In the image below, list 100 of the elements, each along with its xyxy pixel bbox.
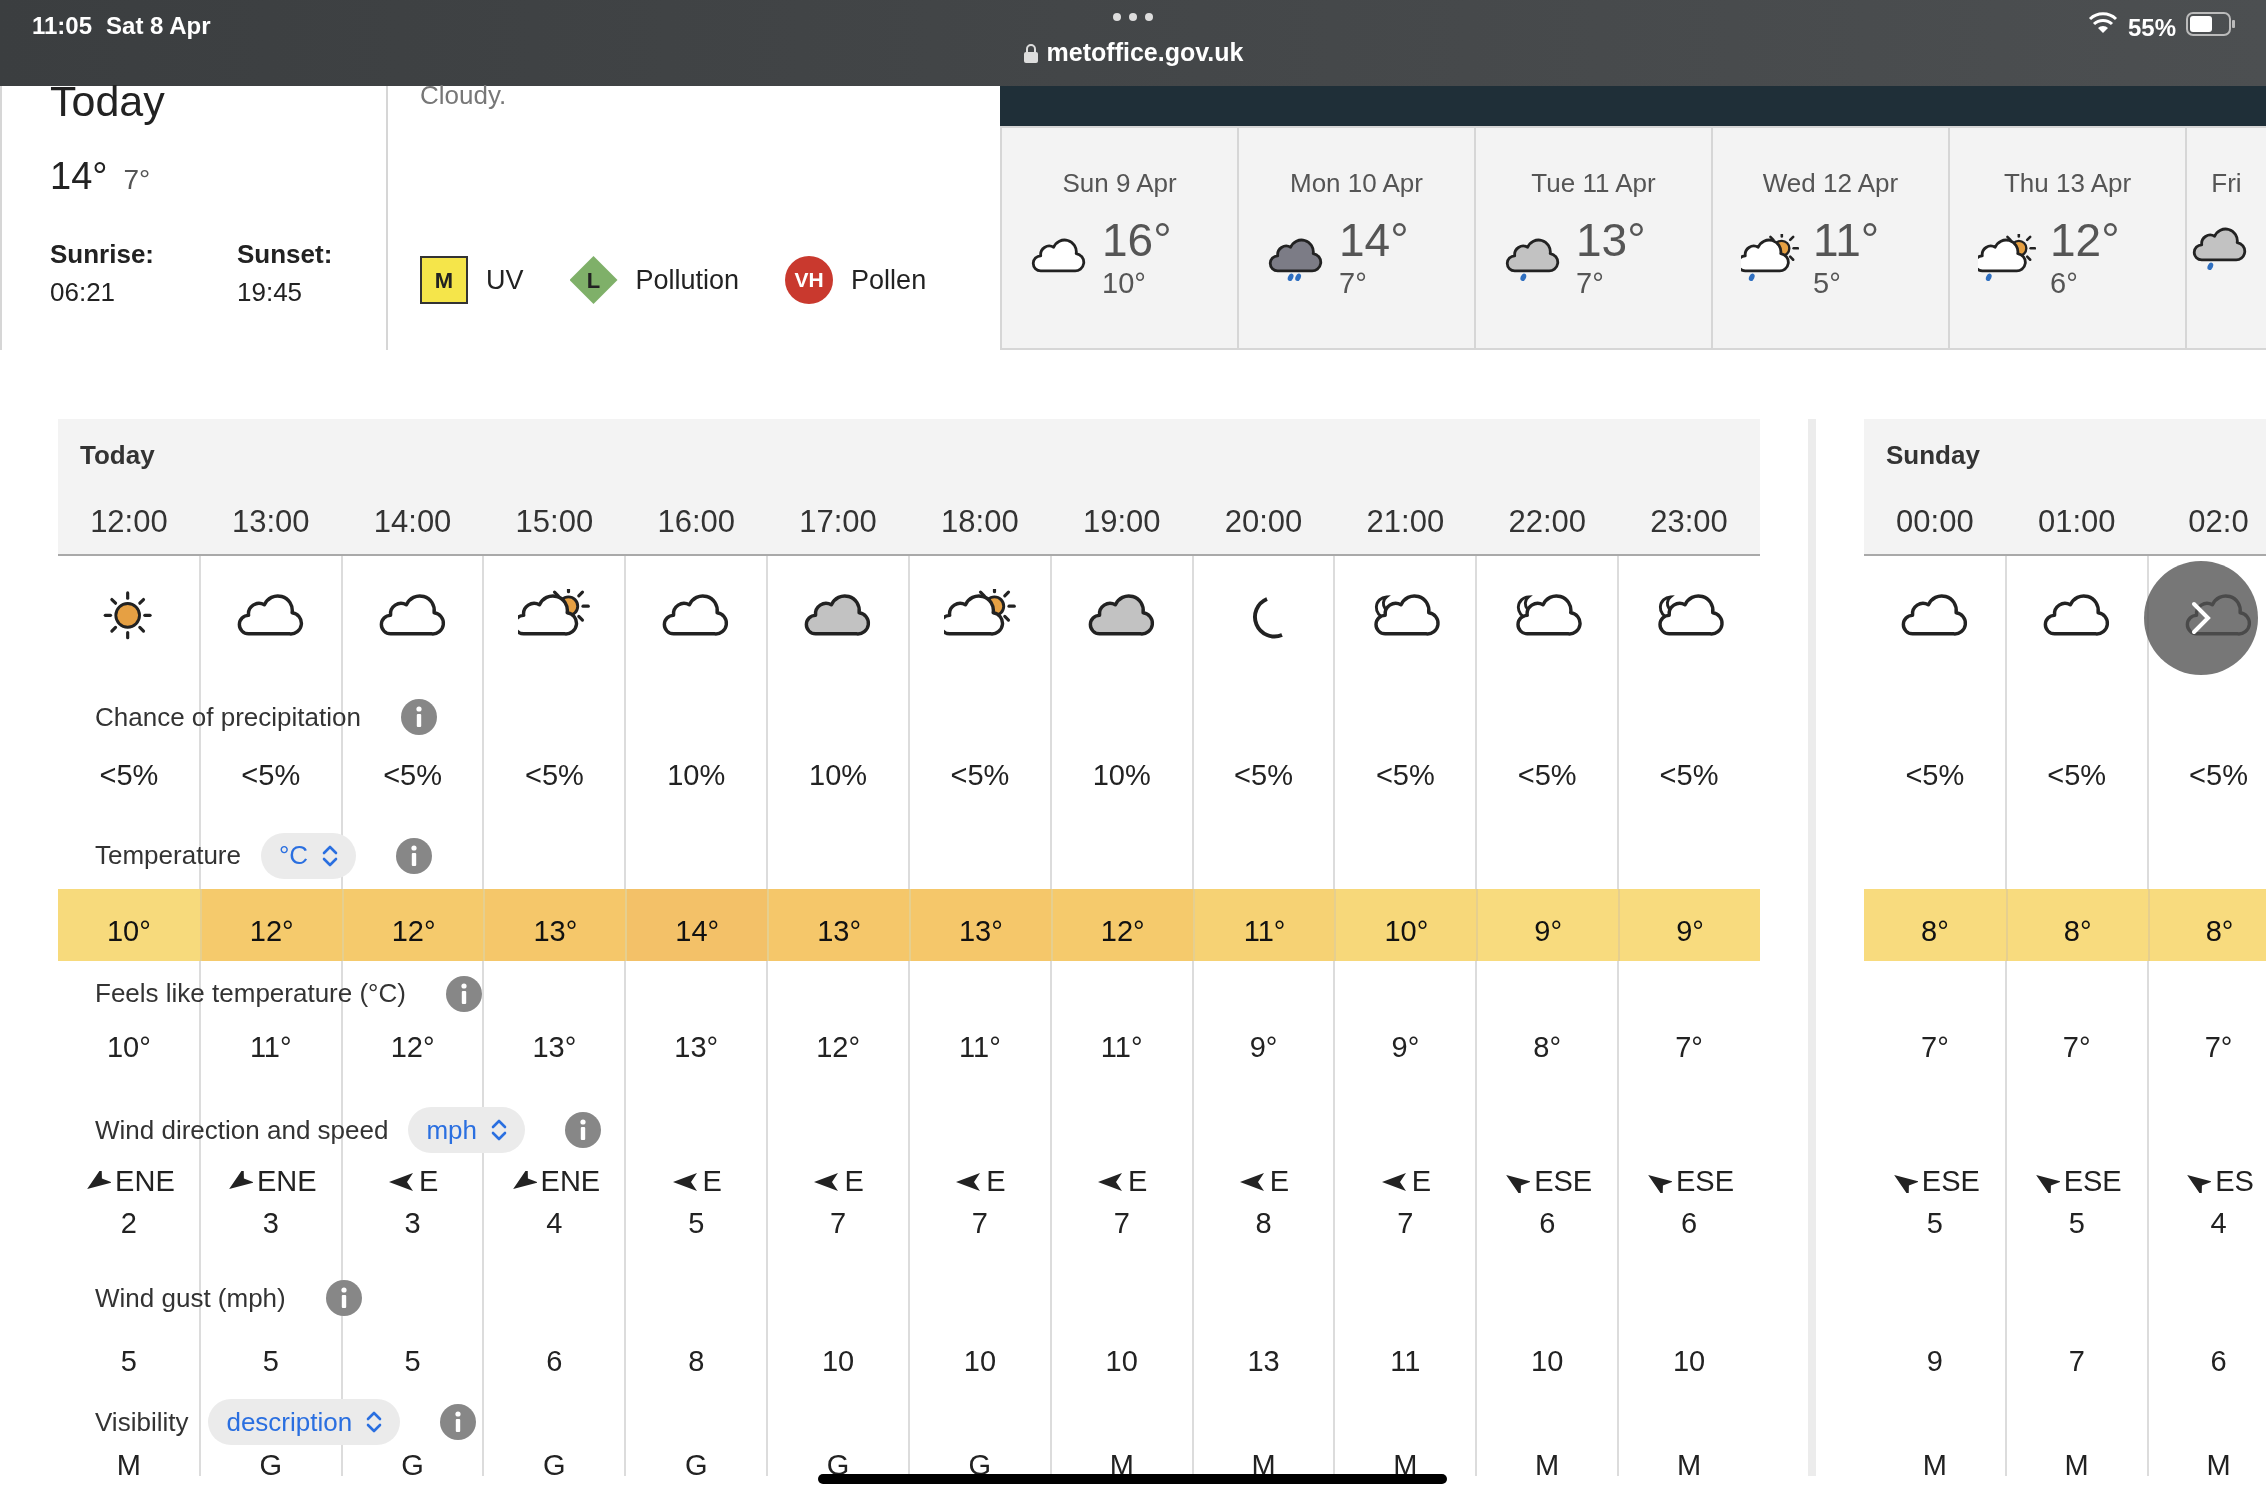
- info-icon[interactable]: [565, 1112, 601, 1148]
- dots-icon[interactable]: [1111, 12, 1155, 22]
- wind-gust: 10: [820, 1344, 856, 1379]
- temperature-cell: 8°: [2147, 889, 2266, 961]
- day-card[interactable]: Tue 11 Apr 13° 7°: [1476, 128, 1713, 348]
- wind-gust: 13: [1246, 1344, 1281, 1379]
- day-high-temperature: 11°: [1813, 217, 1880, 263]
- day-title: Today: [50, 78, 166, 124]
- hour-label: 15:00: [514, 503, 595, 542]
- sun-cloud-rain-icon: [1978, 233, 2036, 282]
- wind-speed: 5: [687, 1206, 706, 1242]
- temperature-cell: 8°: [2005, 889, 2148, 961]
- day-heading: Today: [80, 438, 155, 472]
- day-date: Mon 10 Apr: [1289, 167, 1424, 200]
- row-label: Wind direction and speed: [95, 1113, 389, 1147]
- feels-like-temperature: 7°: [1674, 1030, 1704, 1066]
- visibility-value: M: [1675, 1448, 1703, 1483]
- visibility-value: G: [683, 1448, 709, 1483]
- wind-gust: 5: [119, 1344, 138, 1379]
- index-label[interactable]: UV: [486, 259, 524, 301]
- precipitation-chance: <5%: [1658, 758, 1720, 793]
- day-low-temperature: 10°: [1102, 269, 1147, 298]
- day-card[interactable]: Thu 13 Apr 12° 6°: [1950, 128, 2187, 348]
- wind-arrow-icon: [954, 1170, 983, 1193]
- wind-speed: 6: [1538, 1206, 1557, 1242]
- visibility-value: G: [258, 1448, 283, 1483]
- hour-label: 01:00: [2036, 503, 2117, 542]
- date: Sat 8 Apr: [106, 11, 211, 41]
- row-label: Visibility: [95, 1405, 189, 1439]
- wind-speed: 3: [403, 1206, 422, 1242]
- info-icon[interactable]: [325, 1280, 362, 1316]
- temperature-cell: 11°: [1192, 889, 1335, 961]
- day-high-temperature: 13°: [1576, 217, 1646, 263]
- day-low-temperature: 7°: [1576, 269, 1605, 298]
- temperature-cell: 8°: [1863, 889, 2006, 961]
- wind-direction: E: [986, 1164, 1006, 1199]
- info-icon[interactable]: [400, 699, 437, 735]
- day-date: Thu 13 Apr: [2002, 167, 2133, 200]
- wind-speed: 7: [829, 1206, 848, 1242]
- index-label[interactable]: Pollen: [851, 259, 927, 301]
- day-card[interactable]: Sun 9 Apr 16° 10°: [1002, 128, 1239, 348]
- hour-label: 23:00: [1649, 503, 1729, 542]
- day-date: Tue 11 Apr: [1530, 167, 1657, 200]
- wind-speed: 2: [119, 1206, 138, 1242]
- precipitation-chance: 10%: [808, 758, 869, 793]
- temperature-cell: 12°: [341, 889, 484, 961]
- wind-direction: E: [1411, 1164, 1432, 1199]
- visibility-value: M: [1921, 1448, 1948, 1483]
- precipitation-chance: <5%: [949, 758, 1011, 793]
- visibility-value: G: [400, 1448, 425, 1483]
- wind-direction: E: [1269, 1164, 1290, 1199]
- day-card[interactable]: Wed 12 Apr 11° 5°: [1713, 128, 1950, 348]
- wind-direction: E: [844, 1164, 864, 1199]
- visibility-value: M: [2205, 1448, 2232, 1483]
- precipitation-chance: 10%: [666, 758, 727, 793]
- info-icon[interactable]: [445, 975, 482, 1012]
- feels-like-temperature: 7°: [2061, 1030, 2092, 1066]
- low-temperature: 7°: [123, 163, 151, 197]
- feels-like-temperature: 11°: [958, 1030, 1002, 1066]
- visibility-value: M: [2063, 1448, 2090, 1483]
- wind-gust: 5: [403, 1344, 422, 1379]
- hour-label: 21:00: [1365, 503, 1446, 542]
- row-label: Wind gust (mph): [95, 1281, 286, 1315]
- hour-label: 14:00: [372, 503, 453, 542]
- precipitation-chance: <5%: [1516, 758, 1578, 793]
- hour-label: 22:00: [1507, 503, 1587, 542]
- info-icon[interactable]: [396, 837, 433, 874]
- row-label: Feels like temperature (°C): [95, 977, 406, 1010]
- up-down-chevron-icon: [322, 844, 339, 867]
- day-high-temperature: 16°: [1102, 217, 1172, 263]
- up-down-chevron-icon: [491, 1119, 507, 1141]
- day-high-temperature: 14°: [1339, 217, 1409, 263]
- up-down-chevron-icon: [366, 1411, 383, 1433]
- wind-direction: ENE: [256, 1164, 317, 1199]
- feels-like-temperature: 11°: [1099, 1030, 1144, 1066]
- precipitation-chance: <5%: [523, 758, 585, 793]
- wind-speed: 7: [1112, 1206, 1131, 1242]
- url-text[interactable]: metoffice.gov.uk: [1046, 34, 1244, 72]
- unit-select[interactable]: description: [208, 1399, 401, 1445]
- wind-gust: 10: [1530, 1344, 1565, 1379]
- unit-select[interactable]: °C: [260, 832, 357, 879]
- day-date: Fri: [2210, 167, 2243, 200]
- temperature-cell: 12°: [1050, 889, 1193, 961]
- visibility-value: M: [1108, 1448, 1135, 1483]
- feels-like-temperature: 10°: [106, 1030, 152, 1066]
- day-card[interactable]: Fri: [2187, 128, 2266, 348]
- hour-label: 00:00: [1895, 503, 1975, 542]
- info-icon[interactable]: [440, 1404, 477, 1440]
- precipitation-chance: <5%: [98, 758, 160, 793]
- wind-speed: 3: [261, 1206, 280, 1242]
- visibility-value: M: [1534, 1448, 1561, 1483]
- unit-select[interactable]: mph: [408, 1107, 525, 1153]
- sunrise-label: Sunrise:: [50, 238, 156, 271]
- wind-gust: 7: [2067, 1344, 2086, 1379]
- wind-speed: 4: [545, 1206, 564, 1242]
- index-label[interactable]: Pollution: [635, 259, 740, 301]
- wind-speed: 5: [1925, 1206, 1944, 1242]
- wind-arrow-icon: [1096, 1170, 1125, 1193]
- wind-direction: ESE: [2063, 1164, 2122, 1199]
- day-card[interactable]: Mon 10 Apr 14° 7°: [1239, 128, 1476, 348]
